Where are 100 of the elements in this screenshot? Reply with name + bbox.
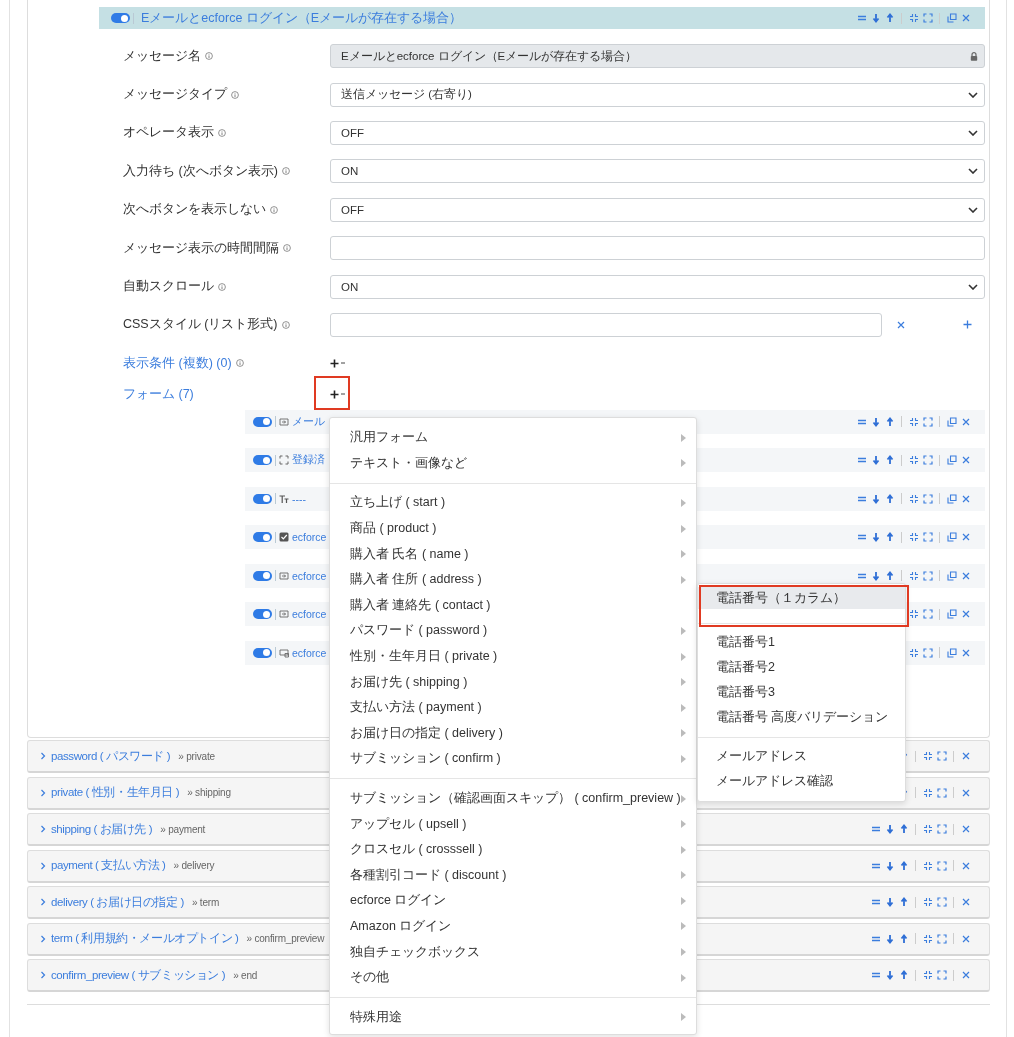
- arrow-up-icon[interactable]: [884, 531, 895, 543]
- form-item-title[interactable]: 登録済: [292, 453, 325, 467]
- close-icon[interactable]: [960, 416, 971, 427]
- copy-icon[interactable]: [946, 608, 957, 620]
- menu-item[interactable]: 汎用フォーム: [330, 425, 696, 451]
- arrow-up-icon[interactable]: [898, 860, 909, 871]
- arrow-down-icon[interactable]: [870, 12, 881, 24]
- menu-item[interactable]: 各種割引コード ( discount ): [330, 862, 696, 889]
- close-icon[interactable]: [960, 454, 971, 466]
- close-icon[interactable]: [960, 608, 971, 620]
- copy-icon[interactable]: [946, 647, 957, 658]
- expand-icon[interactable]: [936, 896, 947, 908]
- collapse-icon[interactable]: [922, 750, 933, 762]
- select-field[interactable]: 送信メッセージ (右寄り): [330, 82, 985, 107]
- toggle-switch[interactable]: [253, 570, 272, 581]
- section-title[interactable]: password ( パスワード ): [51, 748, 171, 764]
- expand-icon[interactable]: [922, 570, 933, 581]
- section-title[interactable]: term ( 利用規約・メールオプトイン ): [51, 931, 239, 946]
- expand-icon[interactable]: [936, 860, 947, 871]
- close-icon[interactable]: [960, 896, 971, 908]
- menu-item[interactable]: 電話番号3: [698, 680, 905, 705]
- close-icon[interactable]: [960, 570, 971, 581]
- menu-item[interactable]: 購入者 連絡先 ( contact ): [330, 592, 696, 619]
- close-icon[interactable]: [960, 750, 971, 762]
- arrow-down-icon[interactable]: [870, 531, 881, 543]
- chevron-right-icon[interactable]: [40, 898, 46, 906]
- chevron-right-icon[interactable]: [40, 934, 46, 943]
- collapse-icon[interactable]: [922, 933, 933, 944]
- menu-item[interactable]: その他: [330, 964, 696, 991]
- copy-icon[interactable]: [946, 416, 957, 427]
- menu-item[interactable]: パスワード ( password ): [330, 618, 696, 644]
- collapse-icon[interactable]: [922, 896, 933, 908]
- arrow-down-icon[interactable]: [870, 493, 881, 504]
- toggle-switch[interactable]: [253, 609, 272, 619]
- arrow-down-icon[interactable]: [884, 823, 895, 835]
- close-icon[interactable]: [960, 787, 971, 798]
- menu-item[interactable]: お届け先 ( shipping ): [330, 669, 696, 695]
- toggle-switch[interactable]: [253, 455, 272, 465]
- form-item-title[interactable]: ecforce: [292, 531, 327, 543]
- menu-item[interactable]: 支払い方法 ( payment ): [330, 694, 696, 721]
- chevron-right-icon[interactable]: [40, 788, 46, 797]
- menu-item[interactable]: ecforce ログイン: [330, 888, 696, 914]
- section-title[interactable]: delivery ( お届け日の指定 ): [51, 894, 184, 910]
- close-icon[interactable]: [960, 493, 971, 504]
- menu-item[interactable]: アップセル ( upsell ): [330, 811, 696, 837]
- chevron-right-icon[interactable]: [40, 861, 46, 870]
- copy-icon[interactable]: [946, 454, 957, 466]
- toggle-switch[interactable]: [253, 647, 272, 658]
- menu-item[interactable]: 独自チェックボックス: [330, 939, 696, 965]
- arrow-up-icon[interactable]: [898, 823, 909, 835]
- menu-item[interactable]: 購入者 住所 ( address ): [330, 566, 696, 593]
- close-icon[interactable]: [960, 531, 971, 543]
- arrow-up-icon[interactable]: [884, 416, 895, 427]
- expand-icon[interactable]: [922, 12, 933, 24]
- expand-icon[interactable]: [936, 969, 947, 981]
- collapse-icon[interactable]: [922, 823, 933, 835]
- forms-link[interactable]: フォーム (7): [123, 386, 194, 403]
- collapse-icon[interactable]: [908, 531, 919, 543]
- select-field[interactable]: ON: [330, 274, 985, 299]
- collapse-icon[interactable]: [922, 787, 933, 798]
- chevron-right-icon[interactable]: [40, 752, 46, 760]
- chevron-right-icon[interactable]: [40, 971, 46, 979]
- close-icon[interactable]: [960, 823, 971, 835]
- arrow-up-icon[interactable]: [898, 896, 909, 908]
- menu-item[interactable]: 電話番号 高度バリデーション: [698, 705, 905, 730]
- collapse-icon[interactable]: [922, 969, 933, 981]
- toggle-switch[interactable]: [253, 493, 272, 504]
- select-field[interactable]: ON: [330, 159, 985, 184]
- arrow-down-icon[interactable]: [884, 969, 895, 981]
- chevron-right-icon[interactable]: [40, 825, 46, 833]
- menu-item[interactable]: お届け日の指定 ( delivery ): [330, 720, 696, 747]
- close-icon[interactable]: [960, 933, 971, 944]
- collapse-icon[interactable]: [908, 493, 919, 504]
- form-item-title[interactable]: ecforce: [292, 608, 327, 620]
- arrow-up-icon[interactable]: [898, 969, 909, 981]
- expand-icon[interactable]: [922, 493, 933, 504]
- expand-icon[interactable]: [936, 933, 947, 944]
- expand-icon[interactable]: [922, 416, 933, 427]
- collapse-icon[interactable]: [908, 608, 919, 620]
- remove-button[interactable]: [897, 320, 905, 329]
- menu-item[interactable]: 性別・生年月日 ( private ): [330, 643, 696, 670]
- expand-icon[interactable]: [922, 531, 933, 543]
- close-icon[interactable]: [960, 860, 971, 871]
- toggle-switch[interactable]: [253, 416, 272, 427]
- section-title[interactable]: payment ( 支払い方法 ): [51, 858, 166, 873]
- select-field[interactable]: OFF: [330, 197, 985, 222]
- expand-icon[interactable]: [922, 608, 933, 620]
- menu-item[interactable]: 電話番号（１カラム）: [698, 587, 905, 609]
- copy-icon[interactable]: [946, 493, 957, 504]
- select-field[interactable]: OFF: [330, 120, 985, 145]
- collapse-icon[interactable]: [908, 647, 919, 658]
- form-item-title[interactable]: メール: [292, 414, 325, 429]
- arrow-up-icon[interactable]: [884, 493, 895, 504]
- menu-item[interactable]: サブミッション ( confirm ): [330, 746, 696, 772]
- copy-icon[interactable]: [946, 12, 957, 24]
- collapse-icon[interactable]: [908, 570, 919, 581]
- arrow-down-icon[interactable]: [870, 570, 881, 581]
- form-item-title[interactable]: ecforce: [292, 646, 327, 659]
- collapse-icon[interactable]: [908, 454, 919, 466]
- collapse-icon[interactable]: [908, 12, 919, 24]
